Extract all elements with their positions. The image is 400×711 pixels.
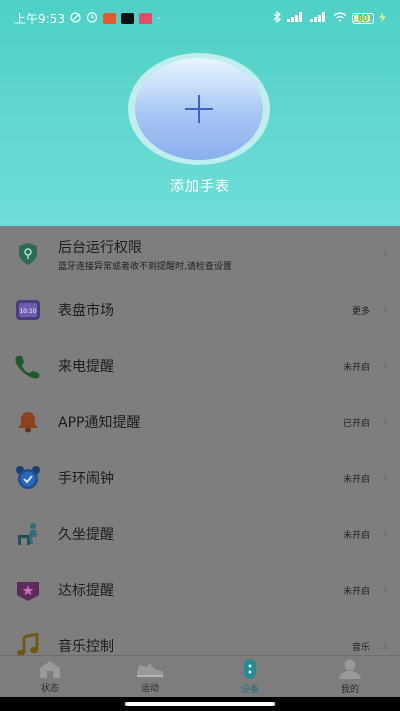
menu-item-value: 未开启 <box>342 586 370 597</box>
watch-face-icon: 10:10 <box>14 296 42 324</box>
menu-item-title: APP通知提醒 <box>58 415 141 431</box>
tab-status[interactable]: 状态 <box>0 656 100 697</box>
signal-icon <box>287 12 305 24</box>
menu-item-app-notification[interactable]: APP通知提醒 已开启 <box>0 394 400 450</box>
battery-icon: 80 <box>352 12 374 24</box>
tab-label: 设备 <box>240 685 259 695</box>
chevron-right-icon <box>378 585 388 595</box>
bluetooth-icon <box>273 10 282 25</box>
menu-item-value: 未开启 <box>342 530 370 541</box>
tab-device[interactable]: 设备 <box>200 656 300 697</box>
bottom-tab-bar: 状态 运动 设备 我的 <box>0 655 400 697</box>
chevron-right-icon <box>378 473 388 483</box>
tab-label: 运动 <box>140 684 159 694</box>
bell-icon <box>14 408 42 436</box>
menu-item-band-alarm[interactable]: 手环闹钟 未开启 <box>0 450 400 506</box>
menu-item-value: 已开启 <box>342 418 370 429</box>
settings-list: 后台运行权限 蓝牙连接异常或者收不到提醒时,请检查设置 10:10 表盘市场 更… <box>0 226 400 656</box>
add-watch-button[interactable] <box>128 53 270 165</box>
wifi-icon <box>333 12 347 24</box>
menu-item-watch-face-market[interactable]: 10:10 表盘市场 更多 <box>0 282 400 338</box>
app-notification-icon <box>138 12 152 24</box>
plus-icon <box>185 95 213 123</box>
add-watch-circle[interactable] <box>135 58 263 160</box>
chevron-right-icon <box>378 361 388 371</box>
band-icon <box>244 659 256 679</box>
gesture-bar <box>0 697 400 711</box>
home-icon <box>40 661 60 678</box>
menu-item-title: 达标提醒 <box>58 583 114 599</box>
chevron-right-icon <box>378 641 388 651</box>
tab-sport[interactable]: 运动 <box>100 656 200 697</box>
add-watch-label[interactable]: 添加手表 <box>0 176 400 196</box>
alarm-icon <box>86 11 98 25</box>
menu-item-title: 表盘市场 <box>58 303 114 319</box>
menu-item-value: 未开启 <box>342 362 370 373</box>
chevron-right-icon <box>378 417 388 427</box>
phone-icon <box>14 352 42 380</box>
sneaker-icon <box>137 663 164 677</box>
menu-item-title: 手环闹钟 <box>58 471 114 487</box>
chevron-right-icon <box>378 529 388 539</box>
menu-item-title: 久坐提醒 <box>58 527 114 543</box>
sedentary-icon <box>14 520 42 548</box>
menu-item-title: 来电提醒 <box>58 359 114 375</box>
menu-item-value: 更多 <box>351 306 370 317</box>
svg-text:10:10: 10:10 <box>19 308 36 315</box>
tab-label: 我的 <box>340 685 359 695</box>
tiktok-icon <box>120 12 134 24</box>
menu-item-title: 音乐控制 <box>58 639 114 655</box>
tab-label: 状态 <box>40 684 59 694</box>
status-time: 上午9:53 <box>14 11 65 26</box>
signal-icon <box>310 12 328 24</box>
alarm-clock-icon <box>14 464 42 492</box>
menu-item-goal-reminder[interactable]: 达标提醒 未开启 <box>0 562 400 618</box>
charging-icon <box>379 11 386 25</box>
chevron-right-icon <box>378 305 388 315</box>
goal-badge-icon <box>14 576 42 604</box>
app-notification-icon <box>102 12 116 24</box>
menu-item-title: 后台运行权限 <box>58 239 142 256</box>
menu-item-value: 音乐 <box>351 642 370 653</box>
music-note-icon <box>14 632 42 656</box>
menu-item-subtitle: 蓝牙连接异常或者收不到提醒时,请检查设置 <box>58 261 232 272</box>
status-bar: 上午9:53 · 80 <box>0 0 400 36</box>
menu-item-sedentary-reminder[interactable]: 久坐提醒 未开启 <box>0 506 400 562</box>
menu-item-music-control[interactable]: 音乐控制 音乐 <box>0 618 400 656</box>
home-indicator[interactable] <box>125 702 275 706</box>
menu-item-background-permission[interactable]: 后台运行权限 蓝牙连接异常或者收不到提醒时,请检查设置 <box>0 226 400 282</box>
do-not-disturb-icon <box>70 11 81 25</box>
battery-level: 80 <box>357 13 369 23</box>
more-notifications-icon: · <box>156 11 161 25</box>
tab-mine[interactable]: 我的 <box>300 656 400 697</box>
menu-item-value: 未开启 <box>342 474 370 485</box>
shield-icon <box>14 240 42 268</box>
chevron-right-icon <box>378 249 388 259</box>
profile-icon <box>339 659 361 679</box>
menu-item-call-reminder[interactable]: 来电提醒 未开启 <box>0 338 400 394</box>
